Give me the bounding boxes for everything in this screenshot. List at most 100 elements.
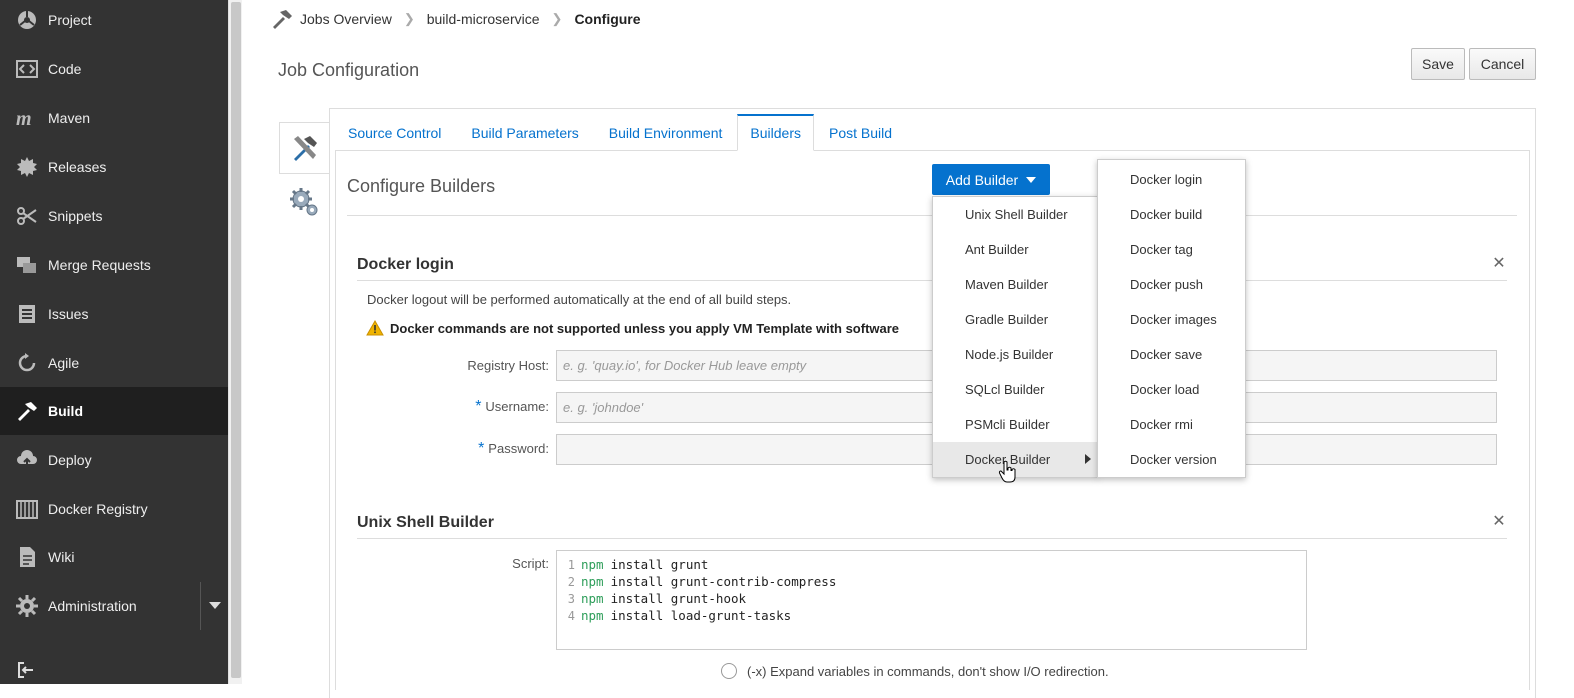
menu-item-docker-version[interactable]: Docker version (1098, 442, 1245, 477)
menu-item-psmcli-builder[interactable]: PSMcli Builder (933, 407, 1097, 442)
sidebar-item-label: Releases (48, 159, 107, 175)
caret-down-icon (1026, 176, 1037, 183)
menu-item-docker-images[interactable]: Docker images (1098, 302, 1245, 337)
code-line: 4 npm install load-grunt-tasks (557, 607, 1306, 624)
menu-item-docker-tag[interactable]: Docker tag (1098, 232, 1245, 267)
registry-host-label: Registry Host: (359, 358, 549, 373)
menu-item-unix-shell-builder[interactable]: Unix Shell Builder (933, 197, 1097, 232)
menu-item-docker-push[interactable]: Docker push (1098, 267, 1245, 302)
divider (357, 538, 1507, 539)
tab-build-environment[interactable]: Build Environment (594, 114, 738, 151)
chevron-right-icon (1085, 454, 1091, 464)
docker-registry-icon (14, 497, 40, 521)
add-builder-button[interactable]: Add Builder (932, 164, 1050, 195)
sidebar: Project Code m Maven Releases Snippets M… (0, 0, 228, 684)
sidebar-item-project[interactable]: Project (0, 0, 228, 44)
vertical-tab-settings[interactable] (282, 180, 326, 224)
save-button[interactable]: Save (1411, 48, 1465, 80)
sidebar-item-administration[interactable]: Administration (0, 582, 228, 630)
menu-item-docker-rmi[interactable]: Docker rmi (1098, 407, 1245, 442)
menu-item-sqlcl-builder[interactable]: SQLcl Builder (933, 372, 1097, 407)
menu-item-ant-builder[interactable]: Ant Builder (933, 232, 1097, 267)
build-icon (14, 399, 40, 423)
script-editor[interactable]: 1 npm install grunt 2 npm install grunt-cont… (556, 550, 1307, 650)
code-keyword: npm (581, 557, 604, 572)
close-icon[interactable]: ✕ (1491, 255, 1507, 272)
menu-item-docker-login[interactable]: Docker login (1098, 162, 1245, 197)
line-number: 4 (567, 608, 575, 623)
line-number: 3 (567, 591, 575, 606)
breadcrumb-job-name[interactable]: build-microservice (427, 11, 540, 27)
scrollbar-thumb[interactable] (231, 2, 241, 678)
sidebar-item-deploy[interactable]: Deploy (0, 436, 228, 484)
hand-cursor-icon (998, 460, 1016, 483)
tab-post-build[interactable]: Post Build (814, 114, 907, 151)
code-line: 1 npm install grunt (557, 556, 1306, 573)
warning-message: Docker commands are not supported unless… (366, 320, 899, 336)
menu-item-docker-load[interactable]: Docker load (1098, 372, 1245, 407)
warning-icon (366, 320, 384, 336)
gears-icon (290, 188, 318, 216)
password-label-text: Password: (488, 441, 549, 456)
sidebar-item-snippets[interactable]: Snippets (0, 192, 228, 240)
sidebar-item-label: Build (48, 403, 83, 419)
code-line: 2 npm install grunt-contrib-compress (557, 573, 1306, 590)
sign-out-icon[interactable] (16, 660, 36, 680)
code-keyword: npm (581, 608, 604, 623)
password-label: * Password: (359, 440, 549, 458)
sidebar-item-merge-requests[interactable]: Merge Requests (0, 241, 228, 289)
sidebar-item-build[interactable]: Build (0, 387, 228, 435)
maven-icon: m (14, 106, 40, 130)
sidebar-item-docker-registry[interactable]: Docker Registry (0, 485, 228, 533)
menu-item-docker-build[interactable]: Docker build (1098, 197, 1245, 232)
code-keyword: npm (581, 591, 604, 606)
menu-item-gradle-builder[interactable]: Gradle Builder (933, 302, 1097, 337)
cancel-button[interactable]: Cancel (1469, 48, 1536, 80)
username-label-text: Username: (485, 399, 549, 414)
menu-item-docker-save[interactable]: Docker save (1098, 337, 1245, 372)
tab-build-parameters[interactable]: Build Parameters (456, 114, 593, 151)
sidebar-item-label: Issues (48, 306, 89, 322)
menu-item-maven-builder[interactable]: Maven Builder (933, 267, 1097, 302)
docker-login-title: Docker login (357, 256, 454, 273)
breadcrumb-current: Configure (574, 11, 641, 27)
required-mark: * (475, 398, 482, 415)
sidebar-item-maven[interactable]: m Maven (0, 94, 228, 142)
sidebar-item-label: Snippets (48, 208, 103, 224)
sidebar-item-releases[interactable]: Releases (0, 143, 228, 191)
project-icon (14, 8, 40, 32)
add-builder-menu: Unix Shell Builder Ant Builder Maven Bui… (932, 196, 1098, 478)
tab-source-control[interactable]: Source Control (333, 114, 456, 151)
sidebar-item-label: Wiki (48, 549, 75, 565)
gear-icon (14, 594, 40, 618)
username-label: * Username: (359, 398, 549, 416)
tab-builders[interactable]: Builders (737, 114, 814, 151)
registry-host-label-text: Registry Host: (467, 358, 549, 373)
sidebar-item-agile[interactable]: Agile (0, 339, 228, 387)
line-number: 2 (567, 574, 575, 589)
sidebar-item-wiki[interactable]: Wiki (0, 533, 228, 581)
close-icon[interactable]: ✕ (1491, 513, 1507, 530)
vertical-tab-configure[interactable] (279, 122, 330, 174)
scrollbar[interactable] (228, 0, 242, 684)
sidebar-item-label: Agile (48, 355, 80, 371)
page-title: Job Configuration (278, 60, 420, 80)
chevron-down-icon[interactable] (200, 582, 228, 630)
deploy-icon (14, 448, 40, 472)
chevron-right-icon: ❯ (403, 11, 415, 26)
snippets-icon (14, 204, 40, 228)
code-keyword: npm (581, 574, 604, 589)
required-mark: * (478, 440, 485, 457)
line-number: 1 (567, 557, 575, 572)
menu-item-nodejs-builder[interactable]: Node.js Builder (933, 337, 1097, 372)
sidebar-item-code[interactable]: Code (0, 45, 228, 93)
sidebar-item-issues[interactable]: Issues (0, 290, 228, 338)
sidebar-item-label: Project (48, 12, 92, 28)
sidebar-item-label: Merge Requests (48, 257, 151, 273)
expand-variables-label: (-x) Expand variables in commands, don't… (747, 664, 1109, 679)
breadcrumb-jobs-overview[interactable]: Jobs Overview (300, 11, 392, 27)
add-builder-label: Add Builder (945, 171, 1019, 188)
sidebar-item-label: Code (48, 61, 82, 77)
expand-variables-radio[interactable] (721, 663, 737, 679)
sidebar-item-label: Administration (48, 598, 137, 614)
